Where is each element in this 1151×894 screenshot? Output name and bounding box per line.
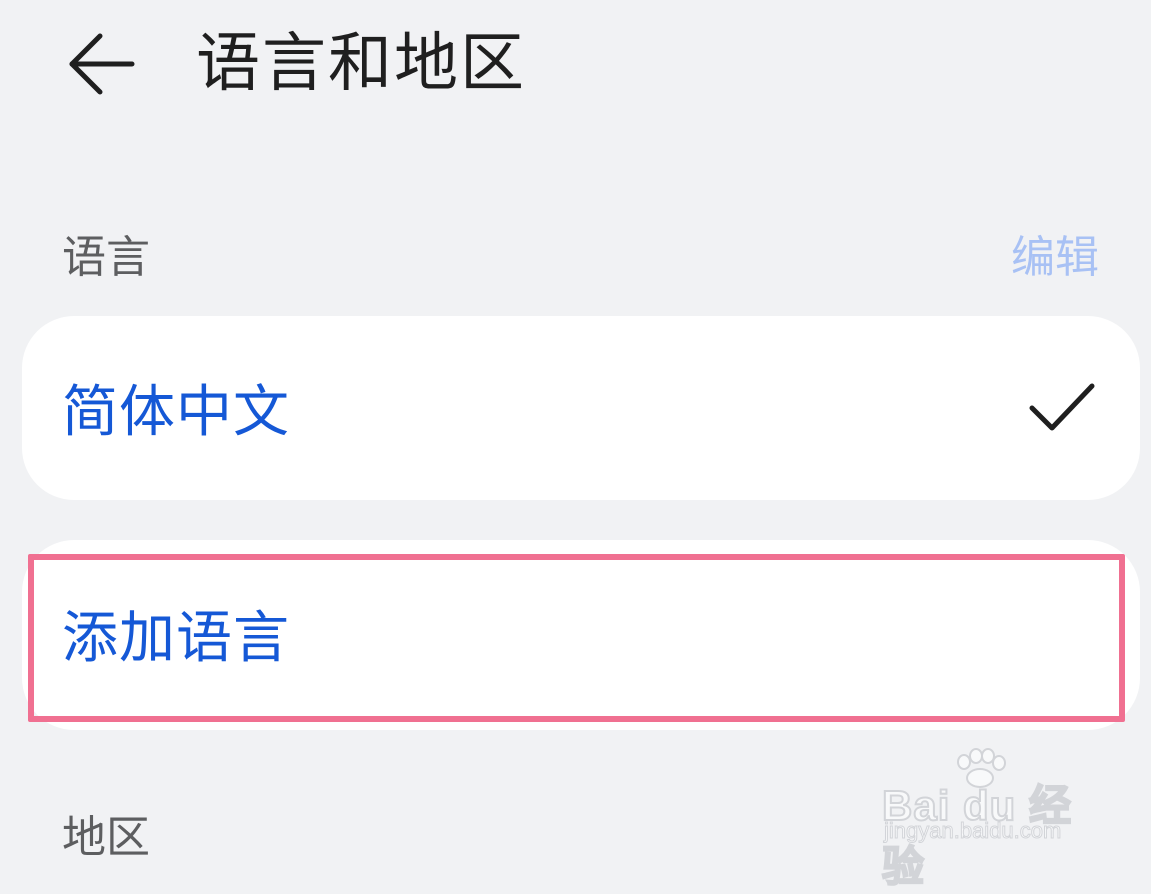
region-section-label: 地区 <box>62 812 150 863</box>
page-title: 语言和地区 <box>196 27 526 101</box>
watermark-url: jingyan.baidu.com <box>883 818 1062 844</box>
app-header: 语言和地区 <box>0 0 1151 130</box>
edit-button[interactable]: 编辑 <box>1011 230 1099 286</box>
add-language-button[interactable]: 添加语言 <box>22 540 1140 730</box>
add-language-label: 添加语言 <box>62 606 290 671</box>
language-name: 简体中文 <box>62 380 290 445</box>
baidu-watermark: Bai du 经验 jingyan.baidu.com <box>881 748 1097 891</box>
back-button[interactable] <box>58 22 142 106</box>
language-item-simplified-chinese[interactable]: 简体中文 <box>22 316 1140 500</box>
language-section-label: 语言 <box>62 232 150 283</box>
arrow-left-icon <box>69 33 135 95</box>
checkmark-icon <box>1029 383 1095 431</box>
